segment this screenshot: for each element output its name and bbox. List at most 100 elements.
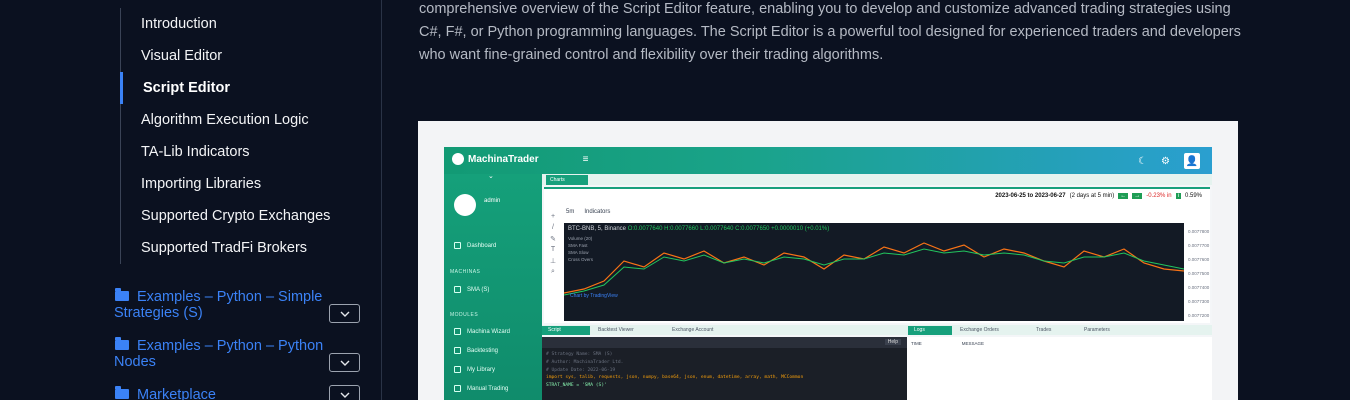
chevron-down-icon [340, 392, 349, 398]
app-nav-item: Manual Trading [454, 385, 508, 392]
pen-icon: ✎ [550, 236, 556, 243]
arrow-right-icon: → [1132, 193, 1143, 199]
tab-trades: Trades [1036, 327, 1052, 333]
subnav-item-introduction[interactable]: Introduction [141, 16, 217, 32]
code-line: import sys, talib, requests, json, numpy… [546, 375, 804, 381]
user-icon: 👤 [1184, 153, 1200, 169]
price-tick: 0.0077600 [1188, 257, 1210, 262]
logo-icon [452, 153, 464, 165]
section-toggle-button[interactable] [329, 385, 360, 400]
series-label: SMA Fast [568, 243, 588, 248]
code-line: # Strategy Name: SMA (S) [546, 352, 613, 357]
active-indicator [120, 72, 123, 104]
app-tabstrip: Charts [542, 174, 1212, 185]
timeframe-label: 5m [566, 209, 575, 215]
series-label: Volume (20) [568, 236, 593, 241]
app-nav-label: Dashboard [467, 242, 497, 249]
text-icon: T [550, 246, 556, 253]
measure-icon: ⊥ [549, 258, 557, 265]
subnav-item-visual-editor[interactable]: Visual Editor [141, 48, 222, 64]
tab-parameters: Parameters [1084, 327, 1110, 333]
app-nav-item: SMA (S) [454, 286, 489, 293]
logs-header: TIME MESSAGE [911, 341, 984, 346]
moon-icon: ☾ [1138, 155, 1148, 167]
gear-icon: ⚙ [1161, 155, 1170, 167]
app-topbar: MachinaTrader ≡ ☾ ⚙ 👤 [444, 147, 1212, 174]
tradingview-watermark: Chart by TradingView [570, 293, 618, 299]
price-tick: 0.0077700 [1188, 243, 1210, 248]
series-legend: Volume (20) SMA Fast SMA Slow Cross Over… [568, 235, 593, 263]
tab-backtest-viewer: Backtest Viewer [598, 327, 634, 333]
price-tick: 0.0077400 [1188, 285, 1210, 290]
crosshair-icon: + [550, 213, 556, 220]
subnav-item-importing-libraries[interactable]: Importing Libraries [141, 176, 261, 192]
machina-icon [454, 286, 461, 293]
library-icon [454, 366, 461, 373]
app-sidebar: ⌄ admin Dashboard MACHINAS SMA (S) MODUL… [444, 173, 542, 400]
charts-tab: Charts [546, 175, 588, 185]
app-nav-item: Backtesting [454, 347, 498, 354]
date-span-text: (2 days at 5 min) [1069, 193, 1115, 199]
arrow-left-icon: ← [1118, 193, 1129, 199]
zoom-icon: ⌕ [551, 268, 555, 275]
info-icon: i [1175, 193, 1181, 199]
series-label: Cross Overs [568, 257, 594, 262]
script-editor-description: comprehensive overview of the Script Edi… [419, 1, 1241, 63]
price-chart: BTC-BNB, 5, Binance O:0.0077640 H:0.0077… [564, 223, 1184, 321]
folder-icon [115, 288, 129, 301]
indicators-label: Indicators [584, 209, 611, 215]
section-examples-python-simple[interactable]: Examples – Python – Simple Strategies (S… [114, 288, 334, 321]
code-editor: Help # Strategy Name: SMA (S) # Author: … [542, 337, 907, 400]
dashboard-icon [454, 242, 461, 249]
folder-icon [115, 386, 129, 399]
chevron-down-icon [340, 311, 349, 317]
date-range-text: 2023-06-25 to 2023-06-27 [995, 193, 1066, 199]
code-line: STRAT_NAME = 'SMA (S)' [546, 383, 607, 389]
chart-title: BTC-BNB, 5, Binance O:0.0077640 H:0.0077… [568, 226, 829, 232]
app-username: admin [484, 198, 501, 204]
series-label: SMA Slow [568, 250, 589, 255]
app-nav-header: MODULES [450, 312, 479, 318]
app-nav-item: Dashboard [454, 242, 496, 249]
section-toggle-button[interactable] [329, 353, 360, 372]
date-range: 2023-06-25 to 2023-06-27 (2 days at 5 mi… [995, 193, 1202, 199]
app-nav-label: Backtesting [467, 347, 499, 354]
menu-icon: ≡ [582, 153, 589, 165]
line-icon: / [552, 224, 554, 231]
chart-icon [454, 347, 461, 354]
avatar [454, 194, 476, 216]
subnav-item-ta-lib-indicators[interactable]: TA-Lib Indicators [141, 144, 250, 160]
brand-name: MachinaTrader [468, 153, 539, 165]
app-nav-item: Machina Wizard [454, 328, 510, 335]
subnav-item-supported-tradfi-brokers[interactable]: Supported TradFi Brokers [141, 240, 307, 256]
section-label: Examples – Python – Python Nodes [114, 338, 324, 370]
section-toggle-button[interactable] [329, 304, 360, 323]
change-positive: 0.59% [1184, 193, 1202, 199]
chart-symbol: BTC-BNB, 5, Binance [568, 226, 627, 232]
price-tick: 0.0077800 [1188, 229, 1210, 234]
trading-icon [454, 385, 461, 392]
app-logo: MachinaTrader ≡ [452, 153, 588, 165]
logs-panel: TIME MESSAGE [907, 337, 1212, 400]
app-nav-label: SMA (S) [467, 286, 490, 293]
app-nav-header: MACHINAS [450, 269, 481, 275]
chevron-down-icon: ⌄ [488, 173, 494, 180]
price-tick: 0.0077200 [1188, 313, 1210, 318]
price-tick: 0.0077500 [1188, 271, 1210, 276]
app-screenshot: MachinaTrader ≡ ☾ ⚙ 👤 ⌄ admin Dashboard … [444, 147, 1212, 400]
section-marketplace[interactable]: Marketplace [114, 386, 334, 400]
code-content: # Strategy Name: SMA (S) # Author: Machi… [546, 351, 803, 390]
subnav-item-algorithm-execution-logic[interactable]: Algorithm Execution Logic [141, 112, 309, 128]
subnav-list: Introduction Visual Editor Script Editor… [120, 8, 370, 264]
price-chart-svg [564, 242, 1184, 296]
section-label: Marketplace [137, 387, 216, 400]
section-examples-python-nodes[interactable]: Examples – Python – Python Nodes [114, 337, 334, 370]
drawing-tools: + / ✎ T ⊥ ⌕ [548, 213, 558, 279]
tab-script: Script [542, 326, 590, 335]
code-line: # Author: MachinaTrader Ltd. [546, 359, 624, 365]
script-editor-screenshot: MachinaTrader ≡ ☾ ⚙ 👤 ⌄ admin Dashboard … [418, 121, 1238, 400]
subnav-item-supported-crypto-exchanges[interactable]: Supported Crypto Exchanges [141, 208, 330, 224]
subnav-item-script-editor[interactable]: Script Editor [143, 80, 230, 96]
app-nav-label: My Library [467, 366, 496, 373]
tab-exchange-account: Exchange Account [672, 327, 714, 333]
